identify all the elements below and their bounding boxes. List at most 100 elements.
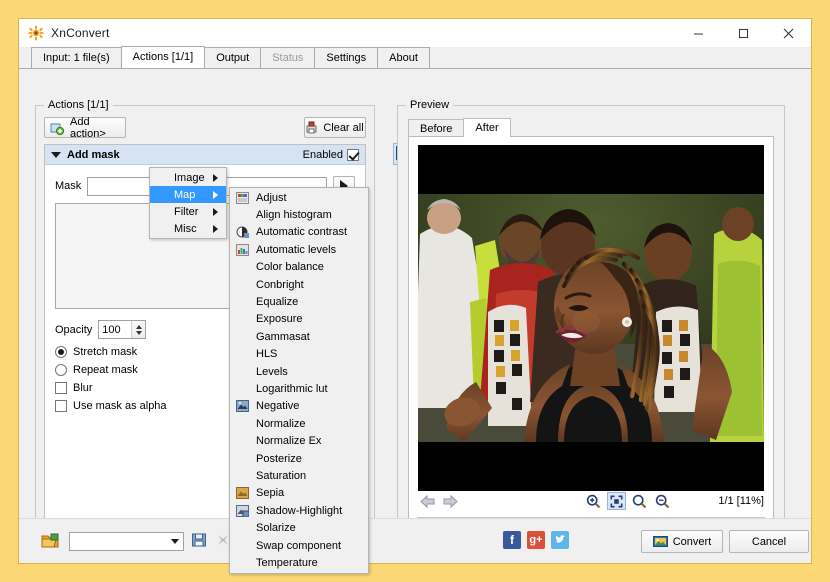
radio-repeat-mask[interactable]: Repeat mask bbox=[55, 364, 138, 376]
radio-stretch-mask[interactable]: Stretch mask bbox=[55, 346, 137, 358]
add-action-menu: Image Map Filter Misc bbox=[149, 167, 227, 239]
tab-status: Status bbox=[260, 47, 316, 68]
submenu-item-label: Color balance bbox=[256, 261, 324, 274]
opacity-stepper[interactable] bbox=[98, 320, 147, 339]
submenu-item-levels[interactable]: Levels bbox=[230, 363, 368, 380]
menu-item-map[interactable]: Map bbox=[150, 186, 226, 203]
submenu-item-equalize[interactable]: Equalize bbox=[230, 293, 368, 310]
tab-output[interactable]: Output bbox=[204, 47, 262, 68]
submenu-item-automatic-contrast[interactable]: Automatic contrast bbox=[230, 224, 368, 241]
submenu-item-posterize[interactable]: Posterize bbox=[230, 450, 368, 467]
submenu-item-exposure[interactable]: Exposure bbox=[230, 311, 368, 328]
sepia-icon bbox=[232, 485, 252, 501]
window-title: XnConvert bbox=[51, 26, 110, 40]
submenu-item-label: Logarithmic lut bbox=[256, 382, 328, 395]
checkbox-use-mask-as-alpha[interactable]: Use mask as alpha bbox=[55, 400, 167, 412]
opacity-spinner-arrows[interactable] bbox=[131, 321, 146, 338]
cancel-button[interactable]: Cancel bbox=[729, 530, 809, 553]
zoom-100-icon[interactable] bbox=[630, 492, 649, 510]
submenu-item-automatic-levels[interactable]: Automatic levels bbox=[230, 241, 368, 258]
maximize-button[interactable] bbox=[721, 19, 766, 47]
submenu-item-gammasat[interactable]: Gammasat bbox=[230, 328, 368, 345]
submenu-item-color-balance[interactable]: Color balance bbox=[230, 259, 368, 276]
add-action-button[interactable]: Add action> bbox=[44, 116, 126, 140]
submenu-item-label: Swap component bbox=[256, 539, 341, 552]
fit-to-window-icon[interactable] bbox=[607, 492, 626, 510]
preview-canvas-container: 1/1 [11%] bbox=[408, 136, 774, 536]
convert-icon bbox=[652, 535, 668, 548]
tab-settings[interactable]: Settings bbox=[314, 47, 379, 68]
cancel-label: Cancel bbox=[751, 535, 787, 548]
tab-about[interactable]: About bbox=[377, 47, 430, 68]
submenu-item-logarithmic-lut[interactable]: Logarithmic lut bbox=[230, 380, 368, 397]
arrow-right-icon[interactable] bbox=[441, 492, 460, 510]
submenu-item-shadow-highlight[interactable]: Shadow-Highlight bbox=[230, 502, 368, 519]
submenu-item-temperature[interactable]: Temperature bbox=[230, 554, 368, 571]
submenu-item-conbright[interactable]: Conbright bbox=[230, 276, 368, 293]
submenu-item-label: Equalize bbox=[256, 296, 299, 309]
no-icon bbox=[232, 259, 252, 275]
menu-item-misc[interactable]: Misc bbox=[150, 220, 226, 237]
minimize-button[interactable] bbox=[676, 19, 721, 47]
submenu-item-normalize[interactable]: Normalize bbox=[230, 415, 368, 432]
preview-group: Preview Before After 1/1 [11%] bbox=[397, 99, 785, 548]
submenu-item-normalize-ex[interactable]: Normalize Ex bbox=[230, 432, 368, 449]
preview-tab-before[interactable]: Before bbox=[408, 119, 465, 137]
preview-image-frame[interactable] bbox=[418, 145, 764, 491]
submenu-item-align-histogram[interactable]: Align histogram bbox=[230, 206, 368, 223]
twitter-icon[interactable] bbox=[551, 531, 569, 549]
submenu-item-saturation[interactable]: Saturation bbox=[230, 467, 368, 484]
tab-actions[interactable]: Actions [1/1] bbox=[120, 46, 206, 68]
checkbox-blur[interactable]: Blur bbox=[55, 382, 93, 394]
submenu-item-adjust[interactable]: Adjust bbox=[230, 189, 368, 206]
spinner-down-icon[interactable] bbox=[135, 330, 142, 335]
zoom-out-icon[interactable] bbox=[653, 492, 672, 510]
google-plus-icon[interactable]: g+ bbox=[527, 531, 545, 549]
close-button[interactable] bbox=[766, 19, 811, 47]
preview-photo bbox=[418, 194, 764, 442]
facebook-icon[interactable]: f bbox=[503, 531, 521, 549]
collapse-chevron-icon[interactable] bbox=[51, 151, 61, 158]
submenu-item-label: Exposure bbox=[256, 313, 303, 326]
no-icon bbox=[232, 433, 252, 449]
arrow-left-icon[interactable] bbox=[418, 492, 437, 510]
menu-item-image[interactable]: Image bbox=[150, 169, 226, 186]
enabled-checkbox[interactable] bbox=[347, 148, 359, 161]
open-folder-icon[interactable] bbox=[41, 533, 59, 549]
submenu-item-hls[interactable]: HLS bbox=[230, 346, 368, 363]
preview-tab-after[interactable]: After bbox=[463, 118, 511, 137]
zoom-in-icon[interactable] bbox=[584, 492, 603, 510]
stretch-mask-radio[interactable] bbox=[55, 346, 67, 358]
use-mask-as-alpha-checkbox[interactable] bbox=[55, 400, 67, 412]
submenu-item-swap-component[interactable]: Swap component bbox=[230, 537, 368, 554]
clear-all-button[interactable]: Clear all bbox=[304, 117, 366, 138]
no-icon bbox=[232, 538, 252, 554]
submenu-item-sepia[interactable]: Sepia bbox=[230, 485, 368, 502]
app-logo-icon bbox=[28, 25, 44, 41]
preset-combobox[interactable] bbox=[69, 532, 184, 551]
chevron-down-icon bbox=[171, 539, 179, 544]
bottom-status-bar: Export for NConvert... f g+ Convert Canc… bbox=[19, 518, 811, 563]
stretch-mask-label: Stretch mask bbox=[73, 346, 138, 358]
adjust-icon bbox=[232, 190, 252, 206]
save-preset-icon[interactable] bbox=[191, 532, 207, 550]
menu-item-filter[interactable]: Filter bbox=[150, 203, 226, 220]
action-enabled-control[interactable]: Enabled bbox=[303, 148, 359, 161]
repeat-mask-radio[interactable] bbox=[55, 364, 67, 376]
submenu-item-solarize[interactable]: Solarize bbox=[230, 519, 368, 536]
convert-button[interactable]: Convert bbox=[641, 530, 723, 553]
tab-input[interactable]: Input: 1 file(s) bbox=[31, 47, 122, 68]
no-icon bbox=[232, 329, 252, 345]
submenu-item-label: Negative bbox=[256, 400, 300, 413]
spinner-up-icon[interactable] bbox=[135, 324, 142, 329]
submenu-item-label: Saturation bbox=[256, 469, 307, 482]
no-icon bbox=[232, 346, 252, 362]
use-mask-as-alpha-label: Use mask as alpha bbox=[73, 400, 167, 412]
blur-label: Blur bbox=[73, 382, 93, 394]
blur-checkbox[interactable] bbox=[55, 382, 67, 394]
opacity-input[interactable] bbox=[99, 321, 132, 338]
submenu-item-label: Posterize bbox=[256, 452, 302, 465]
submenu-item-negative[interactable]: Negative bbox=[230, 398, 368, 415]
main-tabstrip: Input: 1 file(s) Actions [1/1] Output St… bbox=[19, 46, 811, 69]
action-card-header[interactable]: Add mask Enabled bbox=[45, 145, 365, 165]
